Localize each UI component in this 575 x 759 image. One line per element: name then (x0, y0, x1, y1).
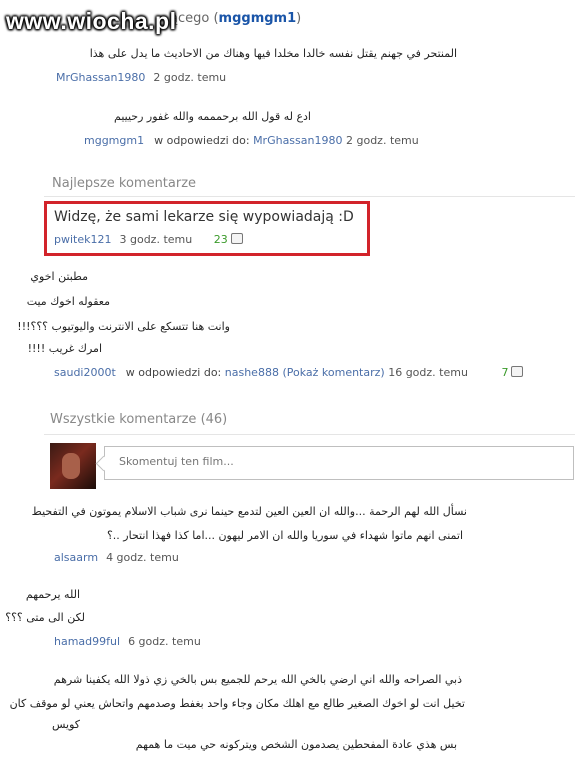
comment-meta: saudi2000t w odpowiedzi do: nashe888 (Pok… (54, 366, 524, 379)
header-paren-close: ) (296, 11, 302, 26)
comment-line: كويس (51, 718, 80, 731)
like-count: 7 (501, 366, 509, 379)
comment-time: 4 godz. temu (106, 551, 179, 564)
highlighted-author-link[interactable]: pwitek121 (54, 233, 111, 246)
comment-line: ذبي الصراحه والله اني ارضي بالخي الله ير… (53, 673, 462, 686)
watermark-logo: www.wiocha.pl (6, 8, 177, 34)
comment-author-link[interactable]: alsaarm (54, 551, 98, 564)
comment-line: بس هذي عادة المفحطين يصدمون الشخص ويتركو… (135, 738, 457, 751)
best-comments-heading: Najlepsze komentarze (52, 176, 197, 191)
comment-line: الله يرحمهم (25, 588, 80, 601)
reply-time: 2 godz. temu (345, 134, 419, 147)
reply-to-link[interactable]: nashe888 (Pokaż komentarz) (225, 366, 385, 379)
comment-time: 16 godz. temu (388, 366, 468, 379)
like-count: 23 (213, 233, 228, 246)
comment-input[interactable] (117, 454, 561, 469)
reply-label: w odpowiedzi do: (154, 134, 250, 147)
comment-line: وانت هنا تتسكع على الانترنت واليوتيوب ؟؟… (17, 320, 230, 333)
comment-author-link[interactable]: MrGhassan1980 (56, 71, 145, 84)
reply-text: ادع له قول الله برحمممه والله غفور رحييي… (114, 110, 311, 123)
avatar (50, 443, 96, 489)
comment-line: لكن الى متى ؟؟؟ (5, 611, 85, 624)
divider (44, 196, 575, 197)
comment-input-box[interactable] (95, 446, 574, 480)
reply-meta: mggmgm1 w odpowiedzi do: MrGhassan1980 2 … (84, 134, 419, 147)
comment-time: 6 godz. temu (128, 635, 201, 648)
reply-label: w odpowiedzi do: (125, 366, 222, 379)
comment-line: نسأل الله لهم الرحمة ...والله ان العين ا… (31, 505, 467, 518)
highlighted-comment-meta: pwitek121 3 godz. temu 23 (54, 233, 243, 246)
comment-author-link[interactable]: hamad99ful (54, 635, 120, 648)
highlighted-time: 3 godz. temu (119, 233, 193, 246)
top-header-line: ącego (mggmgm1) (170, 11, 301, 26)
comment-meta: MrGhassan1980 2 godz. temu (56, 71, 226, 84)
comment-meta: hamad99ful 6 godz. temu (54, 635, 201, 648)
header-user-link[interactable]: mggmgm1 (219, 11, 297, 26)
reply-author-link[interactable]: mggmgm1 (84, 134, 144, 147)
highlighted-comment-text: Widzę, że sami lekarze się wypowiadają :… (54, 209, 354, 225)
thumbs-up-icon[interactable] (230, 233, 243, 244)
comment-meta: alsaarm 4 godz. temu (54, 551, 179, 564)
divider (44, 434, 575, 435)
comment-author-link[interactable]: saudi2000t (54, 366, 116, 379)
comment-line: معقوله اخوك ميت (26, 295, 110, 308)
reply-to-link[interactable]: MrGhassan1980 (253, 134, 342, 147)
comment-text: المنتحر في جهنم يقتل نفسه خالدا مخلدا في… (89, 47, 457, 60)
all-comments-heading: Wszystkie komentarze (46) (50, 412, 228, 427)
comment-time: 2 godz. temu (153, 71, 227, 84)
comment-line: امرك غريب !!!! (27, 342, 102, 355)
thumbs-up-icon[interactable] (511, 366, 524, 377)
comment-line: اتمنى انهم ماتوا شهداء في سوريا والله ان… (106, 529, 463, 542)
comment-line: تخيل انت لو اخوك الصغير طالع مع اهلك مكا… (9, 697, 465, 710)
comment-line: مطبتن اخوي (30, 270, 88, 283)
